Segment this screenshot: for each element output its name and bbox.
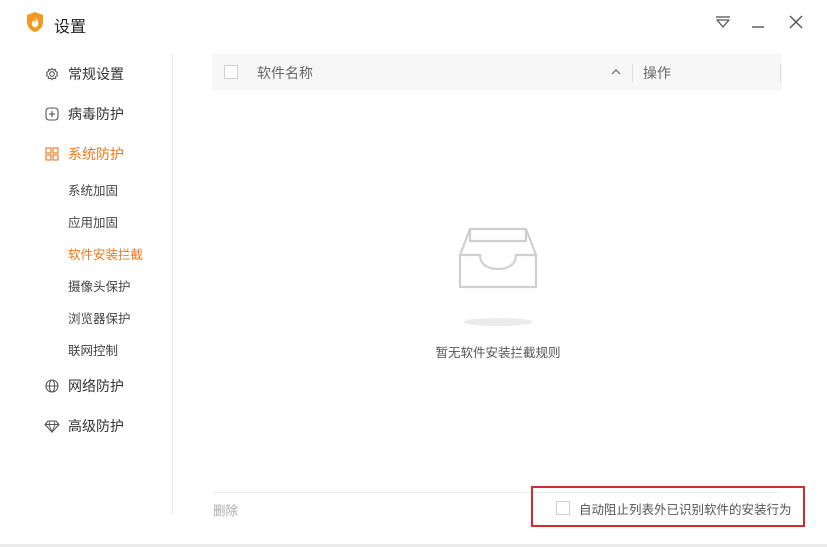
sidebar-item-system-protection[interactable]: 系统防护	[44, 142, 124, 166]
sidebar-item-general[interactable]: 常规设置	[44, 62, 124, 86]
sidebar-divider	[172, 54, 173, 514]
diamond-icon	[44, 420, 60, 434]
subnav-install-interception[interactable]: 软件安装拦截	[68, 244, 143, 263]
minimize-icon[interactable]	[748, 12, 768, 32]
sidebar-item-label: 高级防护	[68, 419, 124, 435]
window-title: 设置	[54, 17, 87, 36]
title-bar: 设置	[0, 0, 827, 44]
subnav-camera-protection[interactable]: 摄像头保护	[68, 276, 131, 295]
chevron-up-icon[interactable]	[610, 66, 622, 78]
empty-state-message: 暂无软件安装拦截规则	[435, 345, 561, 360]
table-header: 软件名称 操作	[212, 54, 782, 90]
sidebar-item-label: 常规设置	[68, 67, 124, 83]
subnav-network-control[interactable]: 联网控制	[68, 340, 118, 359]
empty-tray-icon	[458, 227, 538, 289]
globe-icon	[45, 379, 59, 393]
sidebar-item-label: 系统防护	[68, 147, 124, 163]
grid-icon	[45, 147, 59, 161]
sidebar-item-label: 病毒防护	[68, 107, 124, 123]
delete-button[interactable]: 删除	[213, 500, 238, 519]
auto-block-checkbox[interactable]	[556, 501, 570, 515]
subnav-browser-protection[interactable]: 浏览器保护	[68, 308, 131, 327]
settings-window: 设置 常规设置 病毒防护 系统防护 系统加固 应用加固 软件安装拦截 摄像头保护…	[0, 0, 827, 547]
empty-state-shadow	[463, 318, 533, 326]
sidebar-item-network-protection[interactable]: 网络防护	[44, 374, 124, 398]
gear-icon	[45, 67, 59, 81]
sidebar-item-advanced-protection[interactable]: 高级防护	[44, 414, 124, 438]
column-header-software-name[interactable]: 软件名称	[257, 63, 313, 83]
subnav-system-hardening[interactable]: 系统加固	[68, 180, 118, 199]
flame-shield-logo-icon	[27, 12, 43, 32]
column-divider	[632, 64, 633, 82]
sidebar-item-label: 网络防护	[68, 379, 124, 395]
column-header-action: 操作	[643, 66, 671, 82]
column-divider	[780, 64, 781, 82]
plus-box-icon	[45, 107, 59, 121]
subnav-app-hardening[interactable]: 应用加固	[68, 212, 118, 231]
auto-block-label[interactable]: 自动阻止列表外已识别软件的安装行为	[579, 499, 792, 518]
dropdown-menu-icon[interactable]	[713, 12, 733, 32]
select-all-checkbox[interactable]	[224, 65, 238, 79]
close-icon[interactable]	[786, 12, 806, 32]
sidebar-item-virus-protection[interactable]: 病毒防护	[44, 102, 124, 126]
